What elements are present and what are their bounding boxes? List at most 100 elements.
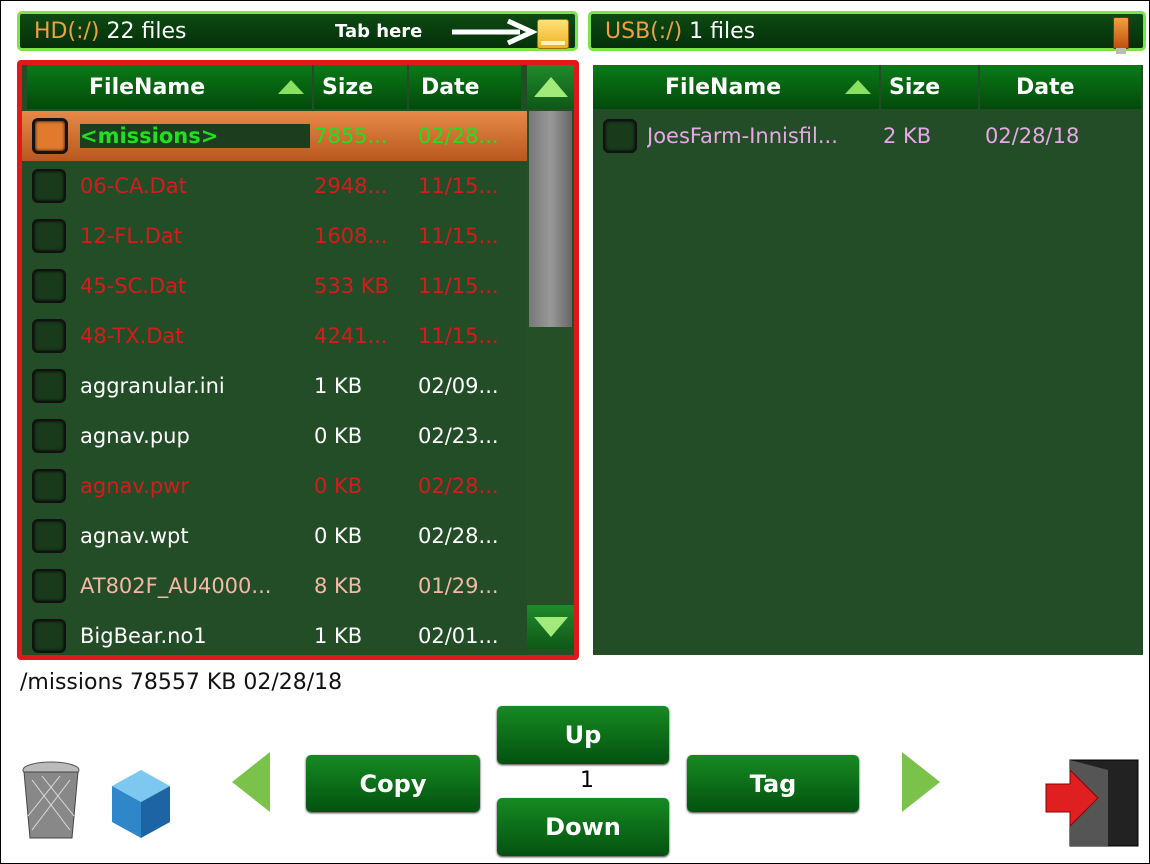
row-size: 2 KB	[883, 124, 932, 148]
hd-scrollbar[interactable]	[527, 65, 574, 655]
table-row[interactable]: aggranular.ini 1 KB 02/09...	[22, 361, 527, 411]
table-row[interactable]: agnav.pwr 0 KB 02/28...	[22, 461, 527, 511]
usb-col-filename[interactable]: FileName	[593, 65, 879, 109]
row-checkbox[interactable]	[603, 119, 637, 153]
scroll-thumb[interactable]	[529, 111, 572, 327]
row-size: 8 KB	[314, 574, 363, 598]
row-name: JoesFarm-Innisfil...	[647, 124, 838, 148]
row-checkbox[interactable]	[32, 118, 68, 154]
row-checkbox[interactable]	[32, 469, 66, 503]
usb-icon[interactable]	[1113, 17, 1129, 54]
row-checkbox[interactable]	[32, 419, 66, 453]
row-name: 48-TX.Dat	[80, 324, 184, 348]
row-name: agnav.wpt	[80, 524, 189, 548]
row-date: 02/28...	[418, 124, 499, 148]
row-name: aggranular.ini	[80, 374, 225, 398]
hd-file-count: 22 files	[106, 18, 187, 44]
row-name: BigBear.no1	[80, 624, 207, 648]
exit-icon[interactable]	[1042, 758, 1142, 854]
table-row[interactable]: 48-TX.Dat 4241... 11/15...	[22, 311, 527, 361]
row-date: 11/15...	[418, 174, 499, 198]
row-date: 11/15...	[418, 224, 499, 248]
row-date: 02/01...	[418, 624, 499, 648]
table-row[interactable]: <missions> 7855... 02/28...	[22, 111, 527, 161]
up-button[interactable]: Up	[497, 706, 669, 764]
row-checkbox[interactable]	[32, 269, 66, 303]
table-row[interactable]: BigBear.no1 1 KB 02/01...	[22, 611, 527, 661]
cube-icon[interactable]	[110, 768, 172, 844]
scroll-up-icon	[533, 77, 568, 97]
usb-panel-header[interactable]: USB(:/) 1 files	[588, 11, 1146, 54]
row-checkbox[interactable]	[32, 319, 66, 353]
hd-device-label: HD(:/)	[34, 18, 100, 44]
usb-col-date-label: Date	[1016, 74, 1075, 100]
table-row[interactable]: AT802F_AU4000... 8 KB 01/29...	[22, 561, 527, 611]
trash-icon[interactable]	[20, 760, 82, 842]
usb-header-label: USB(:/) 1 files	[605, 19, 755, 44]
hd-col-date-label: Date	[421, 74, 480, 100]
table-row[interactable]: agnav.wpt 0 KB 02/28...	[22, 511, 527, 561]
table-row[interactable]: JoesFarm-Innisfil... 2 KB 02/28/18	[593, 111, 1143, 161]
row-name: 06-CA.Dat	[80, 174, 187, 198]
status-line: /missions 78557 KB 02/28/18	[20, 670, 343, 695]
drive-icon[interactable]	[537, 19, 569, 49]
arrow-left-icon[interactable]	[232, 752, 270, 812]
row-checkbox[interactable]	[32, 169, 66, 203]
row-name: 12-FL.Dat	[80, 224, 183, 248]
table-row[interactable]: 12-FL.Dat 1608... 11/15...	[22, 211, 527, 261]
row-checkbox[interactable]	[32, 369, 66, 403]
arrow-right-icon[interactable]	[902, 752, 940, 812]
row-checkbox[interactable]	[32, 519, 66, 553]
table-row[interactable]: 06-CA.Dat 2948... 11/15...	[22, 161, 527, 211]
hd-file-list[interactable]: FileName Size Date <missions> 7855... 02/2…	[17, 60, 579, 660]
row-date: 11/15...	[418, 274, 499, 298]
row-size: 7855...	[314, 124, 388, 148]
copy-button[interactable]: Copy	[306, 755, 480, 812]
hd-col-date[interactable]: Date	[409, 65, 521, 109]
row-size: 0 KB	[314, 474, 363, 498]
usb-file-count: 1 files	[689, 18, 756, 44]
scroll-down-button[interactable]	[527, 605, 574, 649]
row-date: 01/29...	[418, 574, 499, 598]
tag-button[interactable]: Tag	[687, 755, 859, 812]
down-button[interactable]: Down	[497, 798, 669, 856]
hd-panel-header[interactable]: HD(:/) 22 files Tab here	[17, 11, 578, 51]
usb-file-list[interactable]: FileName Size Date JoesFarm-Innisfil... 2…	[593, 65, 1143, 655]
row-size: 1608...	[314, 224, 388, 248]
row-checkbox[interactable]	[32, 219, 66, 253]
row-size: 1 KB	[314, 374, 363, 398]
scroll-down-icon	[533, 617, 568, 637]
row-size: 0 KB	[314, 524, 363, 548]
hd-col-filename[interactable]: FileName	[27, 65, 312, 109]
row-size: 2948...	[314, 174, 388, 198]
row-name: <missions>	[80, 124, 310, 148]
usb-device-label: USB(:/)	[605, 18, 683, 44]
tab-hint-label: Tab here	[335, 20, 423, 42]
table-row[interactable]: agnav.pup 0 KB 02/23...	[22, 411, 527, 461]
row-date: 11/15...	[418, 324, 499, 348]
hd-col-size[interactable]: Size	[314, 65, 407, 109]
row-size: 0 KB	[314, 424, 363, 448]
row-name: AT802F_AU4000...	[80, 574, 272, 598]
hd-col-filename-label: FileName	[89, 74, 206, 100]
row-size: 533 KB	[314, 274, 389, 298]
usb-col-size-label: Size	[889, 74, 941, 100]
row-size: 1 KB	[314, 624, 363, 648]
table-row[interactable]: 45-SC.Dat 533 KB 11/15...	[22, 261, 527, 311]
usb-col-filename-label: FileName	[665, 74, 782, 100]
sort-ascending-icon	[845, 80, 871, 94]
row-date: 02/28...	[418, 474, 499, 498]
row-date: 02/28...	[418, 524, 499, 548]
page-counter: 1	[580, 768, 594, 793]
usb-col-date[interactable]: Date	[980, 65, 1141, 109]
scroll-up-button[interactable]	[527, 65, 574, 109]
sort-ascending-icon	[278, 80, 304, 94]
hd-header-label: HD(:/) 22 files	[34, 19, 186, 44]
hd-col-size-label: Size	[322, 74, 374, 100]
row-checkbox[interactable]	[32, 619, 66, 653]
row-date: 02/28/18	[985, 124, 1080, 148]
row-name: agnav.pwr	[80, 474, 189, 498]
usb-col-size[interactable]: Size	[881, 65, 978, 109]
row-checkbox[interactable]	[32, 569, 66, 603]
row-name: 45-SC.Dat	[80, 274, 187, 298]
